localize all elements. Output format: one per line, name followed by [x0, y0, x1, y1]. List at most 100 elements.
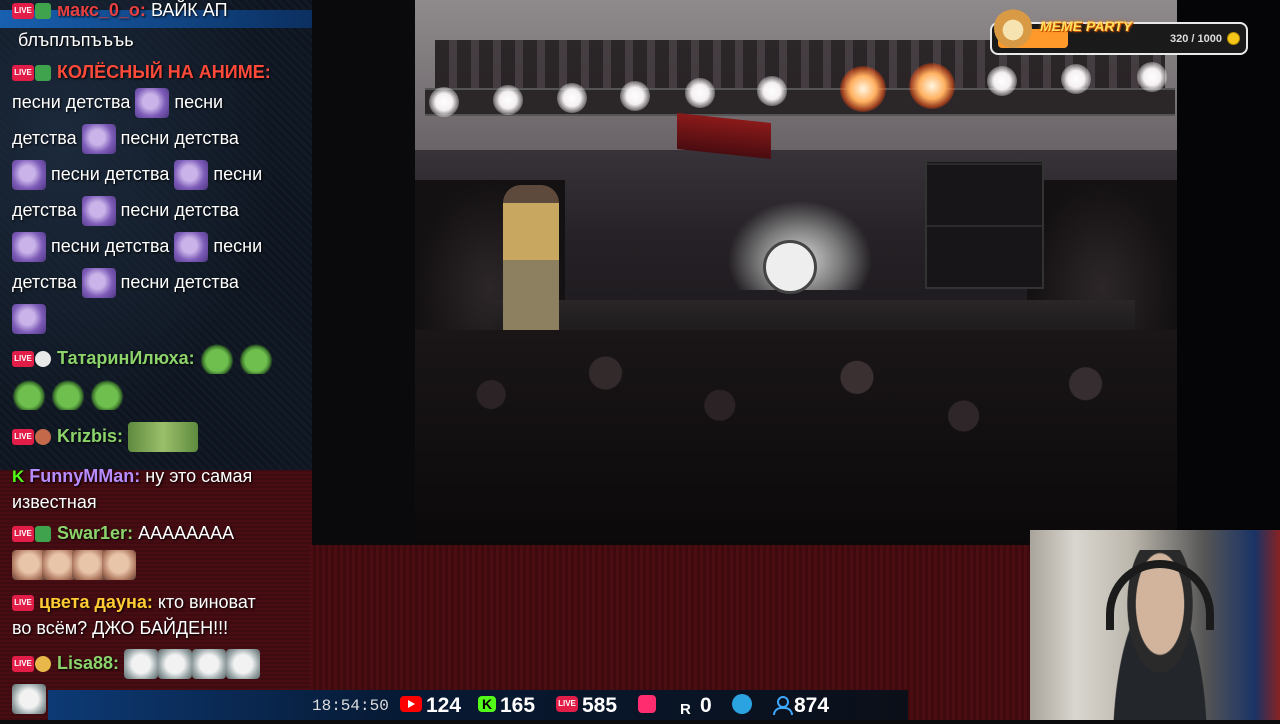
kick-count: 165 — [500, 694, 536, 717]
youtube-count: 124 — [426, 694, 462, 717]
chat-text: детства — [12, 128, 77, 148]
user-badge-icon — [35, 65, 51, 82]
user-badge-icon — [35, 526, 51, 543]
chat-message: LIVE Krizbis: — [12, 418, 308, 454]
live-badge-icon: LIVE — [12, 351, 34, 368]
pepe-emote-icon — [128, 422, 199, 453]
video-singer — [503, 185, 559, 335]
live-badge-icon: LIVE — [12, 65, 34, 82]
chat-text: ВАЙК АП — [150, 0, 228, 20]
chat-text: песни детства — [120, 200, 239, 220]
user-badge-icon — [35, 656, 51, 673]
chat-text: детства — [12, 272, 77, 292]
video-lighting-truss — [425, 88, 1175, 116]
vk-video-icon — [638, 695, 656, 714]
stream-video[interactable] — [415, 0, 1177, 545]
chat-message-line: песни детства песни — [12, 84, 308, 120]
stage-light — [429, 87, 459, 117]
face-emote-icon — [102, 550, 136, 581]
video-kick-drum — [763, 240, 817, 294]
meme-party-count: 320 / 1000 — [1170, 33, 1222, 45]
chat-nick: FunnyMMan: — [29, 466, 141, 486]
chat-message-line: детства песни детства — [12, 120, 308, 156]
chat-text: песни детства — [51, 236, 170, 256]
vk-live-icon: LIVE — [556, 696, 578, 713]
emote-icon — [135, 88, 170, 119]
chat-text: известная — [12, 492, 97, 512]
kick-icon: K — [478, 696, 496, 713]
chat-message: LIVE Lisa88: — [12, 645, 308, 681]
telegram-icon — [732, 694, 752, 715]
user-badge-icon — [35, 429, 51, 446]
face-emote-icon — [72, 550, 106, 581]
coin-icon — [1227, 32, 1240, 45]
emote-icon — [81, 268, 116, 299]
vklive-viewers: LIVE 585 — [556, 692, 617, 720]
clock: 18:54:50 — [312, 697, 389, 715]
emote-icon — [174, 232, 209, 263]
doge-icon — [994, 8, 1032, 48]
stage-light — [620, 81, 650, 111]
stage-flare — [909, 63, 955, 109]
user-badge-icon — [35, 351, 51, 368]
stage-light — [987, 66, 1017, 96]
emote-icon — [174, 160, 209, 191]
chat-message-line — [12, 376, 308, 412]
total-viewers: 874 — [772, 692, 829, 720]
cat-emote-icon — [192, 649, 227, 680]
chat-text: песни — [213, 164, 263, 184]
chat-text: песни детства — [120, 128, 239, 148]
frog-emote-icon — [12, 380, 46, 411]
chat-nick: цвета дауна: — [39, 592, 153, 612]
frog-emote-icon — [90, 380, 125, 411]
video-crowd — [415, 330, 1177, 545]
face-emote-icon — [42, 550, 76, 581]
chat-text: детства — [12, 200, 77, 220]
cat-emote-icon — [124, 649, 159, 680]
stage-light — [757, 76, 787, 106]
live-badge-icon: LIVE — [12, 595, 34, 612]
kick-viewers: K 165 — [478, 692, 535, 720]
chat-message-line: песни детства песни — [12, 156, 308, 192]
total-count: 874 — [794, 694, 830, 717]
cat-emote-icon — [12, 684, 46, 715]
chat-text: АААААААА — [138, 523, 235, 543]
chat-text: блъплъпъъъь — [18, 30, 134, 50]
chat-text: ну это самая — [145, 466, 253, 486]
chat-message-line — [12, 546, 308, 582]
live-badge-icon: LIVE — [12, 429, 34, 446]
frog-emote-icon — [199, 344, 234, 375]
chat-nick: Lisa88: — [57, 653, 120, 673]
chat-message-line: во всём? ДЖО БАЙДЕН!!! — [12, 610, 308, 646]
chat-nick: ТатаринИлюха: — [57, 348, 195, 368]
vkvideo-viewers — [638, 692, 660, 720]
chat-nick: КОЛЁСНЫЙ НА АНИМЕ: — [57, 62, 271, 82]
emote-icon — [81, 124, 116, 155]
youtube-viewers: 124 — [400, 692, 461, 720]
webcam-feed — [1030, 530, 1280, 720]
live-badge-icon: LIVE — [12, 656, 34, 673]
face-emote-icon — [12, 550, 46, 581]
chat-nick: макс_0_о: — [57, 0, 146, 20]
emote-icon — [12, 304, 46, 335]
chat-panel: LIVE макс_0_о: ВАЙК АП блъплъпъъъь LIVE … — [0, 0, 312, 720]
cat-emote-icon — [158, 649, 193, 680]
stage-light — [557, 83, 587, 113]
stage-flare — [840, 66, 886, 112]
rutube-icon: R — [680, 701, 691, 719]
chat-message: блъплъпъъъь — [18, 22, 312, 58]
youtube-icon — [400, 696, 422, 713]
chat-text: песни — [213, 236, 263, 256]
stage-light — [1061, 64, 1091, 94]
meme-party-title: MEME PARTY — [1040, 18, 1133, 34]
chat-message-line: детства песни детства — [12, 192, 308, 228]
chat-nick: Krizbis: — [57, 426, 124, 446]
emote-icon — [12, 232, 46, 263]
telegram — [732, 692, 756, 720]
chat-message-line: песни детства песни — [12, 228, 308, 264]
emote-icon — [12, 160, 46, 191]
chat-text: песни детства — [51, 164, 170, 184]
chat-text: во всём? ДЖО БАЙДЕН!!! — [12, 618, 229, 638]
chat-text: песни — [174, 92, 224, 112]
rutube-count: 0 — [700, 694, 712, 717]
